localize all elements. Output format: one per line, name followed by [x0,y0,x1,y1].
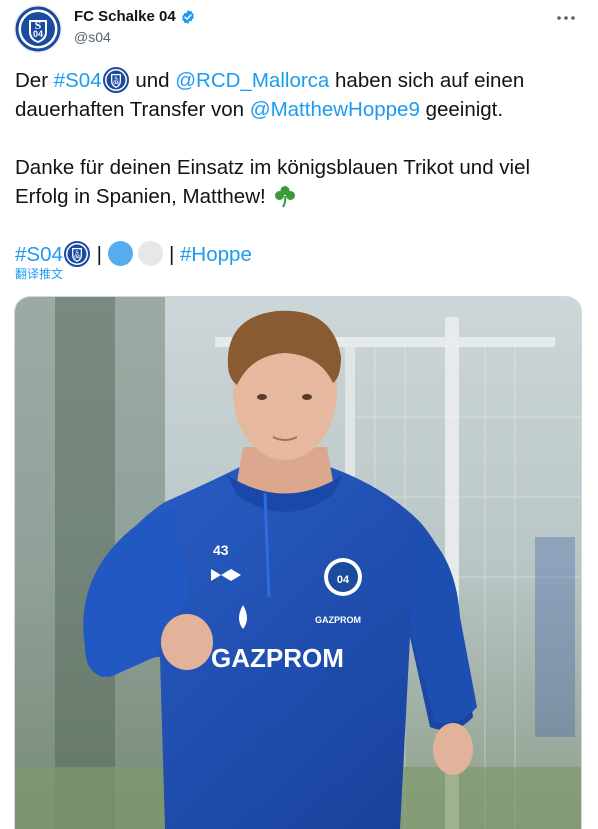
tweet-text: Der #S04 04 S und @RCD_Mallorca haben sich… [15,66,585,269]
tweet-photo[interactable]: 43 04 GAZPROM GAZPROM [14,296,582,829]
hashtag-s04-link[interactable]: #S04 [54,69,102,92]
text-segment: und [129,69,176,92]
hashtag-hoppe-link[interactable]: #Hoppe [180,243,252,266]
text-segment: geeinigt. [419,98,504,121]
separator: | [163,243,181,266]
translate-tweet-link[interactable]: 翻译推文 [15,265,63,282]
display-name[interactable]: FC Schalke 04 [74,8,176,25]
schalke-emoji-icon: 04S [63,241,90,267]
tweet-paragraph-1: Der #S04 04 S und @RCD_Mallorca haben sich… [15,66,585,124]
svg-text:S: S [35,18,42,32]
author-name-row[interactable]: FC Schalke 04 [74,8,196,25]
more-options-icon[interactable] [554,6,578,30]
separator: | [90,243,108,266]
sponsor-logo: GAZPROM [211,643,344,673]
sponsor-small-logo: GAZPROM [315,615,361,625]
verified-badge-icon [181,9,194,24]
blue-circle-icon [107,241,133,266]
jersey-number: 43 [213,542,229,558]
schalke-emoji-icon: 04S [102,67,129,93]
handle[interactable]: @s04 [74,29,111,45]
white-circle-icon [138,241,164,266]
avatar[interactable]: 04 S [14,5,62,53]
player-photo: 43 04 GAZPROM GAZPROM [15,297,581,829]
text-segment: Der [15,69,54,92]
tweet-card[interactable]: 04 S FC Schalke 04 @s04 Der #S04 04 S und … [0,0,598,829]
hashtag-s04-link[interactable]: #S04 [15,243,63,266]
mention-hoppe-link[interactable]: @MatthewHoppe9 [250,98,420,121]
tweet-paragraph-2: Danke für deinen Einsatz im königsblauen… [15,153,585,211]
shamrock-icon [275,186,296,208]
mention-mallorca-link[interactable]: @RCD_Mallorca [175,69,329,92]
jersey-crest-text: 04 [337,574,350,586]
tweet-paragraph-3: #S04 04 S | | #Hoppe [15,240,585,269]
schalke-crest-icon: 04 S [15,6,61,52]
